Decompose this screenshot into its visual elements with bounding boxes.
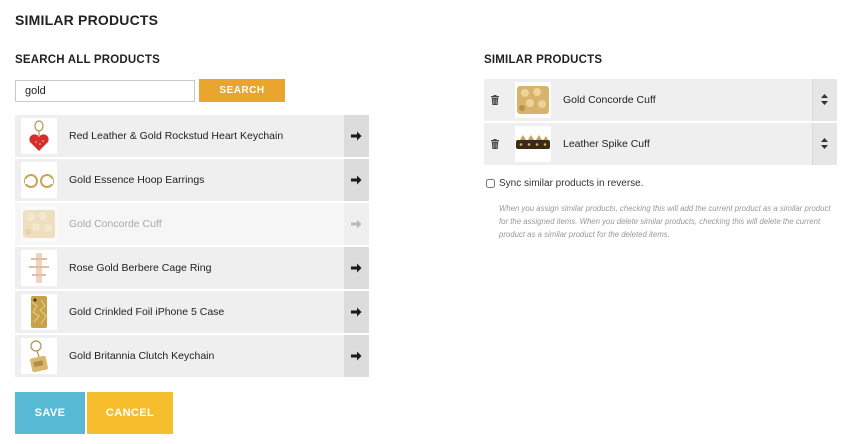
heart-keychain-image [29, 120, 49, 151]
product-thumbnail [515, 126, 551, 162]
product-thumbnail [21, 338, 57, 374]
product-thumbnail [21, 206, 57, 242]
product-name: Red Leather & Gold Rockstud Heart Keycha… [69, 130, 284, 142]
add-to-similar-button[interactable] [344, 335, 369, 377]
search-results-list: Red Leather & Gold Rockstud Heart Keycha… [15, 115, 369, 379]
delete-button[interactable] [484, 123, 506, 165]
reorder-handle[interactable] [812, 79, 837, 121]
product-name: Rose Gold Berbere Cage Ring [69, 262, 212, 274]
reorder-handle[interactable] [812, 123, 837, 165]
product-thumbnail [21, 118, 57, 154]
cage-ring-image [29, 253, 49, 283]
product-name: Gold Britannia Clutch Keychain [69, 350, 215, 362]
similar-products-list: Gold Concorde Cuff Leather Spike Cuff [484, 79, 837, 167]
product-thumbnail [21, 250, 57, 286]
arrow-right-icon [351, 351, 362, 361]
cancel-button[interactable]: CANCEL [87, 392, 173, 434]
product-thumbnail [21, 162, 57, 198]
search-heading: SEARCH ALL PRODUCTS [15, 54, 161, 66]
similar-item[interactable]: Leather Spike Cuff [484, 123, 837, 165]
add-to-similar-button[interactable] [344, 247, 369, 289]
spike-cuff-image [516, 135, 550, 149]
product-name: Gold Crinkled Foil iPhone 5 Case [69, 306, 225, 318]
sync-reverse-label[interactable]: Sync similar products in reverse. [499, 178, 644, 189]
add-to-similar-button-disabled [344, 203, 369, 245]
result-item: Gold Britannia Clutch Keychain [15, 335, 369, 377]
add-to-similar-button[interactable] [344, 115, 369, 157]
result-item: Gold Crinkled Foil iPhone 5 Case [15, 291, 369, 333]
trash-icon [491, 139, 499, 149]
add-to-similar-button[interactable] [344, 291, 369, 333]
arrow-right-icon [351, 219, 362, 229]
result-item: Gold Essence Hoop Earrings [15, 159, 369, 201]
similar-product-name: Gold Concorde Cuff [563, 94, 656, 106]
phone-case-image [31, 296, 47, 328]
gold-cuff-image [23, 210, 55, 238]
arrow-right-icon [351, 307, 362, 317]
arrow-right-icon [351, 263, 362, 273]
trash-icon [491, 95, 499, 105]
similar-product-name: Leather Spike Cuff [563, 138, 650, 150]
similar-item[interactable]: Gold Concorde Cuff [484, 79, 837, 121]
product-name: Gold Essence Hoop Earrings [69, 174, 205, 186]
arrow-right-icon [351, 131, 362, 141]
sync-help-text: When you assign similar products, checki… [499, 204, 831, 239]
arrow-right-icon [351, 175, 362, 185]
clutch-keychain-image [30, 340, 48, 373]
sort-arrows-icon [821, 94, 828, 105]
hoop-earrings-image [24, 174, 54, 188]
page-title: SIMILAR PRODUCTS [15, 12, 159, 28]
product-thumbnail [21, 294, 57, 330]
gold-cuff-image [517, 86, 549, 114]
product-name: Gold Concorde Cuff [69, 218, 162, 230]
result-item: Gold Concorde Cuff [15, 203, 369, 245]
result-item: Red Leather & Gold Rockstud Heart Keycha… [15, 115, 369, 157]
delete-button[interactable] [484, 79, 506, 121]
search-input[interactable] [15, 80, 195, 102]
save-button[interactable]: SAVE [15, 392, 85, 434]
similar-heading: SIMILAR PRODUCTS [484, 54, 603, 66]
product-thumbnail [515, 82, 551, 118]
sync-reverse-checkbox[interactable] [486, 179, 495, 188]
search-button[interactable]: SEARCH [199, 79, 285, 102]
add-to-similar-button[interactable] [344, 159, 369, 201]
result-item: Rose Gold Berbere Cage Ring [15, 247, 369, 289]
sort-arrows-icon [821, 138, 828, 149]
